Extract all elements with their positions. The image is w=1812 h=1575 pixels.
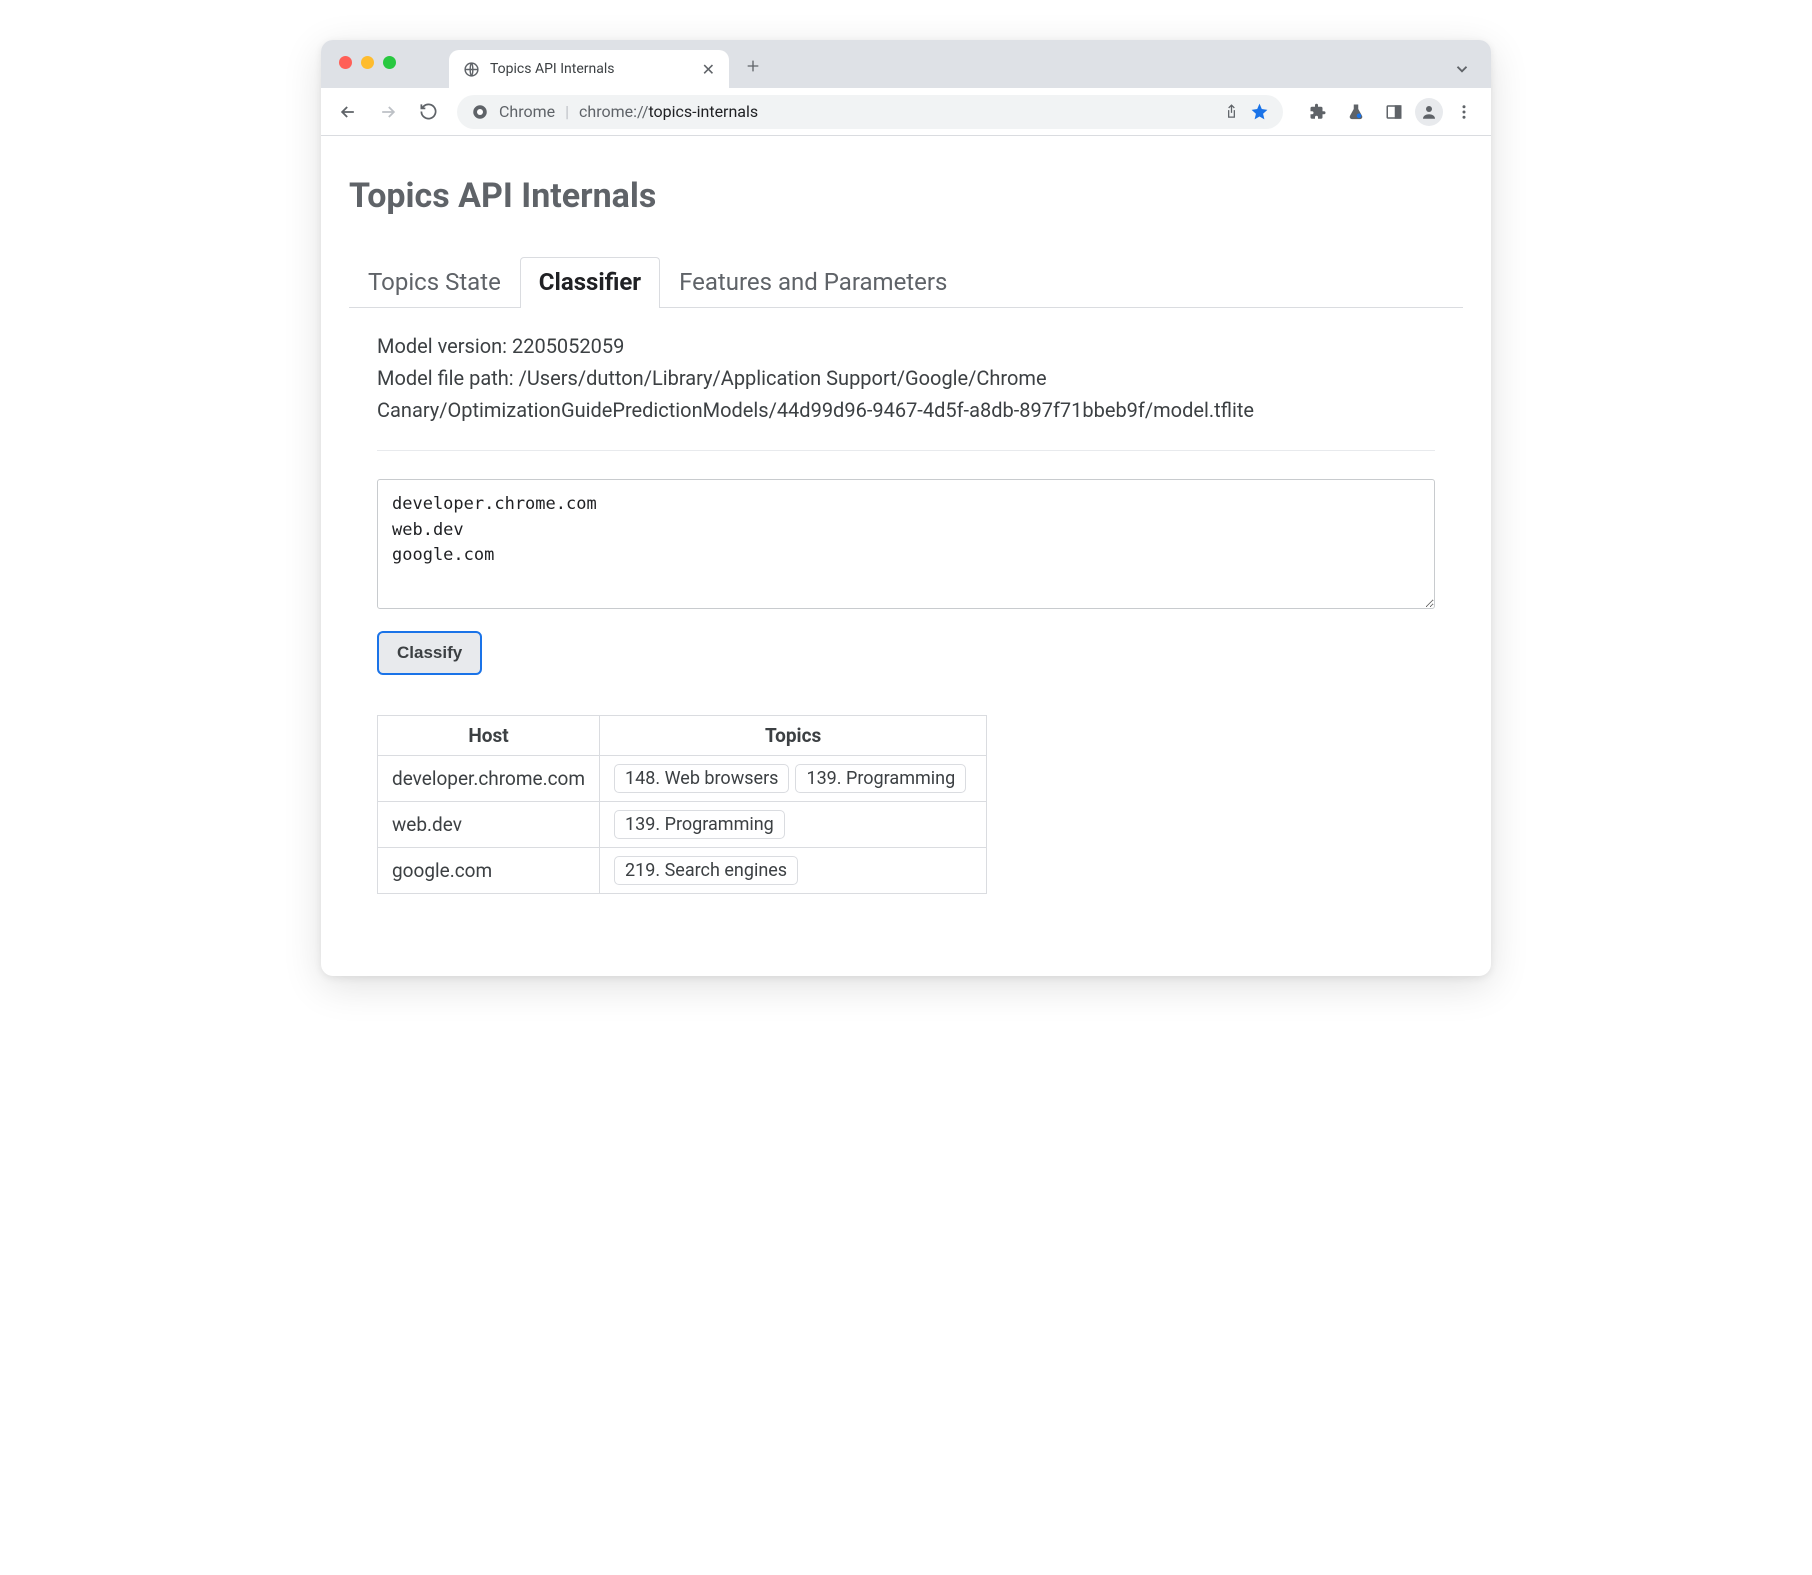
cell-topics: 219. Search engines [600, 848, 987, 894]
tab-classifier[interactable]: Classifier [520, 257, 660, 308]
divider [377, 450, 1435, 451]
col-host: Host [378, 716, 600, 756]
tab-features-parameters[interactable]: Features and Parameters [660, 257, 966, 308]
cell-topics: 148. Web browsers139. Programming [600, 756, 987, 802]
side-panel-icon[interactable] [1377, 95, 1411, 129]
table-row: developer.chrome.com148. Web browsers139… [378, 756, 987, 802]
model-version-value: 2205052059 [512, 334, 624, 358]
omnibox-app-label: Chrome [499, 102, 555, 121]
bookmark-star-icon[interactable] [1250, 102, 1269, 121]
profile-avatar[interactable] [1415, 98, 1443, 126]
tabstrip-dropdown-button[interactable] [1453, 60, 1471, 78]
table-header-row: Host Topics [378, 716, 987, 756]
results-table: Host Topics developer.chrome.com148. Web… [377, 715, 987, 894]
table-row: google.com 219. Search engines [378, 848, 987, 894]
topic-chip: 219. Search engines [614, 856, 798, 885]
model-version-line: Model version: 2205052059 [377, 330, 1435, 362]
back-button[interactable] [331, 95, 365, 129]
reload-button[interactable] [411, 95, 445, 129]
tab-title: Topics API Internals [490, 61, 692, 77]
topic-chip: 148. Web browsers [614, 764, 789, 793]
forward-button[interactable] [371, 95, 405, 129]
minimize-window-button[interactable] [361, 56, 374, 69]
page-tabs: Topics State Classifier Features and Par… [349, 256, 1463, 308]
topic-chip: 139. Programming [795, 764, 966, 793]
window-controls [339, 56, 396, 69]
col-topics: Topics [600, 716, 987, 756]
model-version-label: Model version: [377, 334, 507, 358]
toolbar: Chrome | chrome://topics-internals [321, 88, 1491, 136]
chrome-icon [471, 103, 489, 121]
globe-icon [463, 61, 480, 78]
omnibox-url: chrome://topics-internals [579, 102, 758, 121]
model-path-line: Model file path: /Users/dutton/Library/A… [377, 362, 1435, 426]
browser-tab[interactable]: Topics API Internals ✕ [449, 50, 729, 88]
close-tab-button[interactable]: ✕ [702, 60, 715, 79]
cell-host: web.dev [378, 802, 600, 848]
close-window-button[interactable] [339, 56, 352, 69]
cell-host: developer.chrome.com [378, 756, 600, 802]
classify-button[interactable]: Classify [377, 631, 482, 675]
extensions-icon[interactable] [1301, 95, 1335, 129]
kebab-menu-icon[interactable] [1447, 95, 1481, 129]
page-content: Topics API Internals Topics State Classi… [321, 136, 1491, 976]
hosts-input[interactable] [377, 479, 1435, 609]
browser-window: Topics API Internals ✕ Chrome | chrome [321, 40, 1491, 976]
classifier-panel: Model version: 2205052059 Model file pat… [349, 308, 1463, 916]
address-bar[interactable]: Chrome | chrome://topics-internals [457, 95, 1283, 129]
topic-chip: 139. Programming [614, 810, 785, 839]
labs-icon[interactable] [1339, 95, 1373, 129]
tab-topics-state[interactable]: Topics State [349, 257, 520, 308]
new-tab-button[interactable] [739, 52, 767, 80]
model-path-label: Model file path: [377, 366, 514, 390]
cell-host: google.com [378, 848, 600, 894]
omnibox-separator: | [565, 102, 569, 121]
share-icon[interactable] [1223, 103, 1240, 120]
toolbar-actions [1301, 95, 1481, 129]
maximize-window-button[interactable] [383, 56, 396, 69]
page-title: Topics API Internals [349, 176, 1463, 216]
table-row: web.dev 139. Programming [378, 802, 987, 848]
titlebar: Topics API Internals ✕ [321, 40, 1491, 88]
cell-topics: 139. Programming [600, 802, 987, 848]
